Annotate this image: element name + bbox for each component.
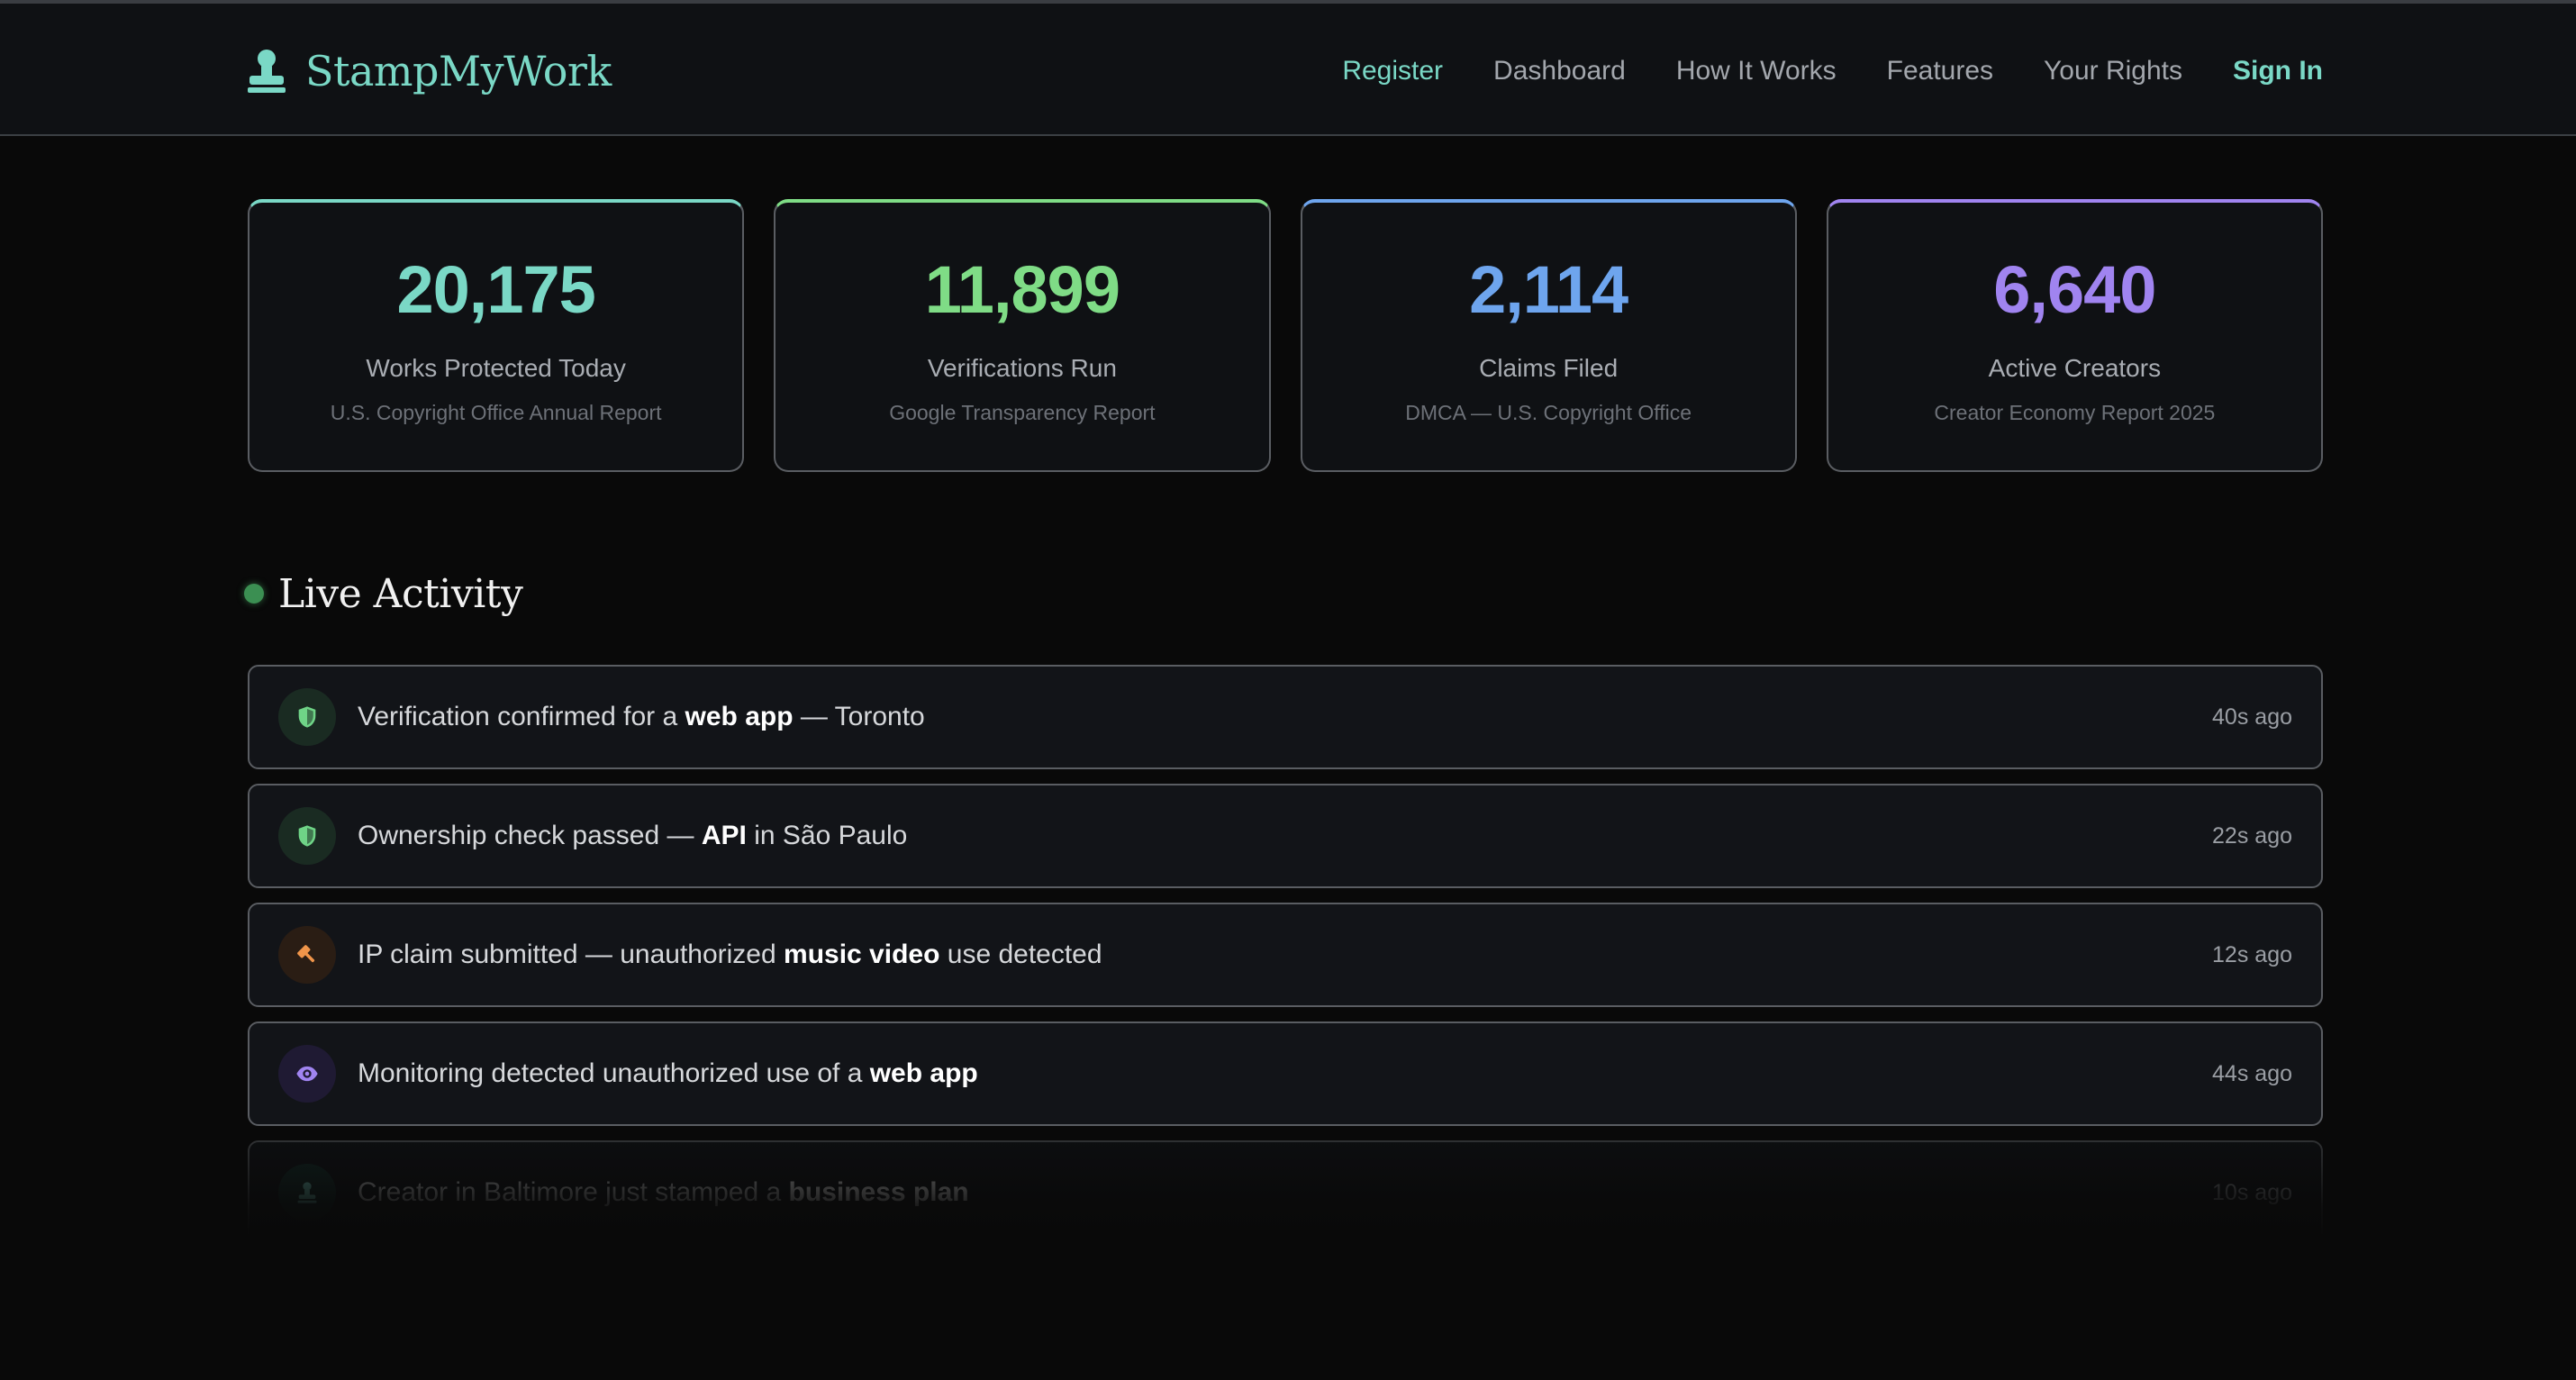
stat-value: 2,114: [1469, 252, 1628, 327]
stat-card-claims-filed: 2,114 Claims Filed DMCA — U.S. Copyright…: [1300, 199, 1797, 472]
stat-label: Verifications Run: [927, 354, 1117, 382]
activity-list: Verification confirmed for a web app — T…: [248, 665, 2323, 1236]
activity-timestamp: 12s ago: [2212, 941, 2292, 967]
stat-source: DMCA — U.S. Copyright Office: [1405, 401, 1692, 424]
brand-name: StampMyWork: [305, 47, 612, 95]
gavel-icon: [278, 926, 336, 984]
stat-value: 20,175: [396, 252, 595, 327]
activity-timestamp: 44s ago: [2212, 1060, 2292, 1086]
top-navigation-bar: StampMyWork Register Dashboard How It Wo…: [0, 0, 2576, 136]
brand-logo-link[interactable]: StampMyWork: [246, 40, 612, 103]
activity-item[interactable]: Monitoring detected unauthorized use of …: [248, 1021, 2323, 1126]
activity-timestamp: 22s ago: [2212, 822, 2292, 849]
live-activity-heading: Live Activity: [244, 564, 523, 623]
activity-timestamp: 40s ago: [2212, 704, 2292, 730]
activity-message: Ownership check passed — API in São Paul…: [358, 821, 908, 850]
eye-icon: [278, 1045, 336, 1103]
stat-value: 6,640: [1993, 252, 2156, 327]
activity-message: IP claim submitted — unauthorized music …: [358, 940, 1102, 969]
nav-sign-in[interactable]: Sign In: [2233, 56, 2323, 86]
stat-card-works-protected: 20,175 Works Protected Today U.S. Copyri…: [248, 199, 745, 472]
stats-row: 20,175 Works Protected Today U.S. Copyri…: [248, 199, 2323, 472]
stat-card-active-creators: 6,640 Active Creators Creator Economy Re…: [1826, 199, 2323, 472]
live-activity-title: Live Activity: [278, 570, 523, 617]
activity-item[interactable]: IP claim submitted — unauthorized music …: [248, 903, 2323, 1007]
stat-value: 11,899: [924, 252, 1120, 327]
activity-item[interactable]: Verification confirmed for a web app — T…: [248, 665, 2323, 769]
nav-register[interactable]: Register: [1342, 56, 1443, 86]
nav-your-rights[interactable]: Your Rights: [2044, 56, 2182, 86]
activity-timestamp: 10s ago: [2212, 1179, 2292, 1205]
stamp-icon: [278, 1164, 336, 1221]
main-nav: Register Dashboard How It Works Features…: [1342, 40, 2323, 103]
live-indicator-dot: [244, 584, 264, 604]
stat-label: Active Creators: [1988, 354, 2162, 382]
activity-message: Verification confirmed for a web app — T…: [358, 702, 925, 731]
stat-source: U.S. Copyright Office Annual Report: [330, 401, 662, 424]
activity-item[interactable]: Ownership check passed — API in São Paul…: [248, 784, 2323, 888]
nav-features[interactable]: Features: [1887, 56, 1993, 86]
stat-label: Claims Filed: [1479, 354, 1619, 382]
stamp-icon: [248, 50, 286, 93]
activity-item[interactable]: Creator in Baltimore just stamped a busi…: [248, 1140, 2323, 1236]
activity-message: Monitoring detected unauthorized use of …: [358, 1058, 978, 1088]
nav-how-it-works[interactable]: How It Works: [1676, 56, 1837, 86]
stat-card-verifications: 11,899 Verifications Run Google Transpar…: [774, 199, 1271, 472]
stat-source: Creator Economy Report 2025: [1934, 401, 2216, 424]
stat-source: Google Transparency Report: [889, 401, 1156, 424]
shield-icon: [278, 688, 336, 746]
nav-dashboard[interactable]: Dashboard: [1493, 56, 1626, 86]
activity-message: Creator in Baltimore just stamped a busi…: [358, 1177, 969, 1207]
shield-icon: [278, 807, 336, 865]
stat-label: Works Protected Today: [366, 354, 626, 382]
